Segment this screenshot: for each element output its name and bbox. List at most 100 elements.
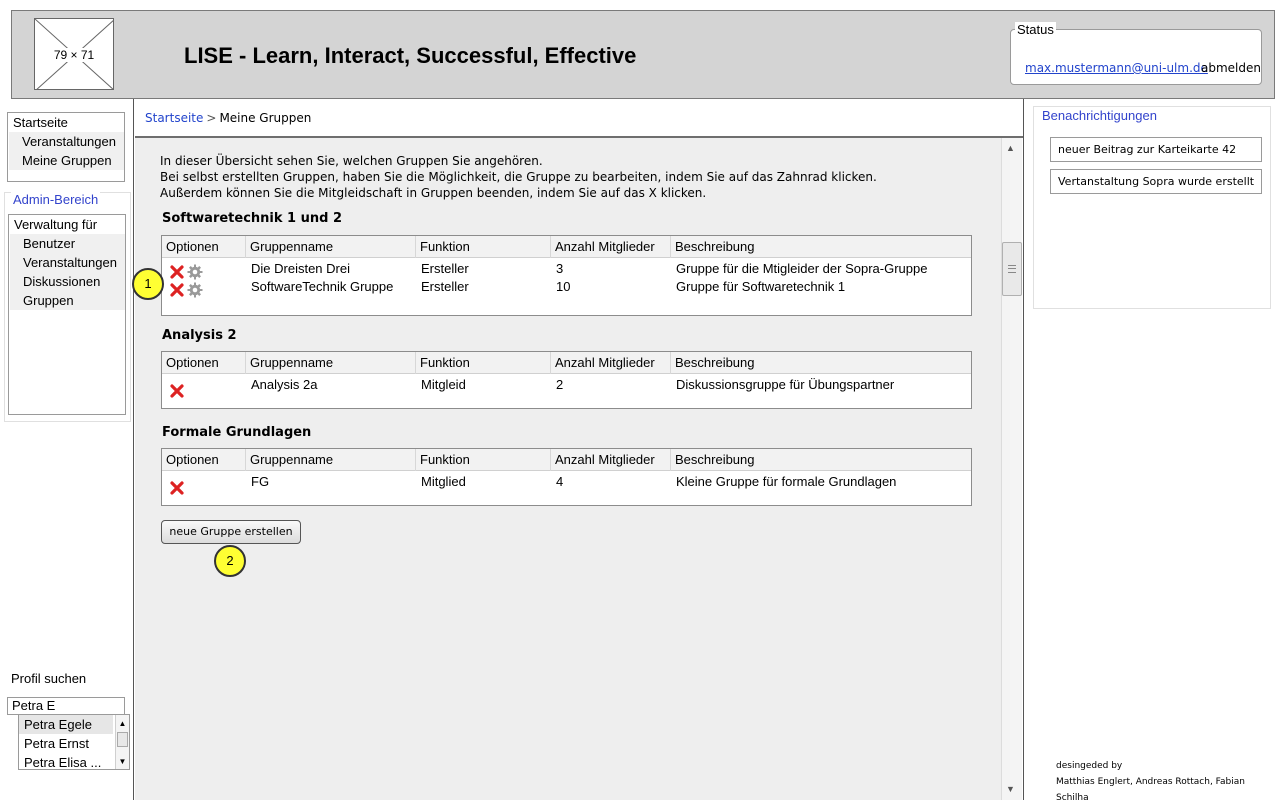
profile-suggestion[interactable]: Petra Ernst — [19, 734, 113, 753]
logo-size-label: 79 × 71 — [52, 48, 96, 62]
table-row: Die Dreisten Drei Ersteller 3 Gruppe für… — [162, 260, 971, 280]
cell-anzahl: 2 — [556, 377, 564, 392]
cell-funktion: Mitglied — [421, 474, 466, 489]
table-row: Analysis 2a Mitgleid 2 Diskussionsgruppe… — [162, 376, 971, 398]
profile-search-input[interactable]: Petra E — [7, 697, 125, 715]
annotation-marker-1: 1 — [132, 268, 164, 300]
profile-suggestion-list[interactable]: Petra Egele Petra Ernst Petra Elisa ... … — [18, 714, 130, 770]
admin-nav: Verwaltung für Benutzer Veranstaltungen … — [8, 214, 126, 415]
admin-item-benutzer[interactable]: Benutzer — [10, 234, 125, 253]
breadcrumb: Startseite > Meine Gruppen — [145, 111, 311, 125]
cell-beschreibung: Diskussionsgruppe für Übungspartner — [676, 377, 895, 392]
profile-list-scrollbar[interactable]: ▲ ▼ — [115, 715, 129, 769]
table-row: SoftwareTechnik Gruppe Ersteller 10 Grup… — [162, 278, 971, 298]
cell-funktion: Mitgleid — [421, 377, 466, 392]
admin-item-veranstaltungen[interactable]: Veranstaltungen — [10, 253, 125, 272]
table-header: Optionen Gruppenname Funktion Anzahl Mit… — [162, 449, 971, 471]
admin-item-diskussionen[interactable]: Diskussionen — [10, 272, 125, 291]
nav-item-veranstaltungen[interactable]: Veranstaltungen — [9, 132, 124, 151]
scroll-thumb[interactable] — [117, 732, 128, 747]
group-table: Optionen Gruppenname Funktion Anzahl Mit… — [161, 235, 972, 316]
intro-line: In dieser Übersicht sehen Sie, welchen G… — [160, 154, 543, 168]
table-header: Optionen Gruppenname Funktion Anzahl Mit… — [162, 236, 971, 258]
col-header-gruppenname: Gruppenname — [245, 236, 415, 258]
cell-gruppenname: Analysis 2a — [251, 377, 318, 392]
credits-line: desingeded by — [1056, 761, 1123, 771]
intro-text: In dieser Übersicht sehen Sie, welchen G… — [160, 153, 877, 201]
scroll-down-icon[interactable]: ▼ — [116, 755, 129, 768]
cell-beschreibung: Kleine Gruppe für formale Grundlagen — [676, 474, 897, 489]
grip-icon — [1008, 265, 1016, 273]
new-group-button[interactable]: neue Gruppe erstellen — [161, 520, 301, 544]
main-nav: Startseite Veranstaltungen Meine Gruppen — [7, 112, 125, 182]
main-right-divider — [1023, 99, 1024, 800]
cell-anzahl: 10 — [556, 279, 571, 294]
gear-icon[interactable] — [187, 282, 203, 298]
scroll-thumb[interactable] — [1002, 242, 1022, 296]
breadcrumb-current: Meine Gruppen — [219, 111, 312, 125]
scroll-down-icon[interactable]: ▼ — [1006, 784, 1015, 794]
col-header-funktion: Funktion — [415, 236, 550, 258]
logout-link[interactable]: abmelden — [1201, 61, 1261, 75]
admin-item-verwaltung: Verwaltung für — [14, 217, 98, 232]
delete-x-icon[interactable] — [170, 265, 184, 279]
admin-panel: Admin-Bereich Verwaltung für Benutzer Ve… — [4, 192, 131, 422]
profile-suggestion[interactable]: Petra Elisa ... — [19, 753, 113, 772]
col-header-beschreibung: Beschreibung — [670, 236, 971, 258]
delete-x-icon[interactable] — [170, 481, 184, 495]
col-header-anzahl: Anzahl Mitglieder — [550, 236, 670, 258]
cell-gruppenname: Die Dreisten Drei — [251, 261, 350, 276]
section-title: Softwaretechnik 1 und 2 — [162, 211, 343, 226]
notifications-panel: Benachrichtigungen neuer Beitrag zur Kar… — [1033, 106, 1271, 309]
breadcrumb-home-link[interactable]: Startseite — [145, 111, 203, 125]
header-bar: 79 × 71 LISE - Learn, Interact, Successf… — [11, 10, 1275, 99]
admin-item-gruppen[interactable]: Gruppen — [10, 291, 125, 310]
user-email-link[interactable]: max.mustermann@uni-ulm.de — [1025, 61, 1208, 75]
group-table: Optionen Gruppenname Funktion Anzahl Mit… — [161, 448, 972, 506]
delete-x-icon[interactable] — [170, 384, 184, 398]
grip-line — [1008, 268, 1016, 269]
col-header-gruppenname: Gruppenname — [245, 449, 415, 471]
breadcrumb-separator: > — [206, 111, 217, 125]
logo-placeholder: 79 × 71 — [34, 18, 114, 90]
status-legend: Status — [1015, 22, 1056, 37]
table-header: Optionen Gruppenname Funktion Anzahl Mit… — [162, 352, 971, 374]
app-title: LISE - Learn, Interact, Successful, Effe… — [184, 43, 637, 68]
annotation-marker-2: 2 — [214, 545, 246, 577]
cell-gruppenname: SoftwareTechnik Gruppe — [251, 279, 394, 294]
col-header-optionen: Optionen — [166, 452, 219, 467]
cell-funktion: Ersteller — [421, 261, 469, 276]
scroll-up-icon[interactable]: ▲ — [1006, 143, 1015, 153]
col-header-funktion: Funktion — [415, 449, 550, 471]
content-scrollbar[interactable]: ▲ ▼ — [1001, 138, 1022, 800]
col-header-anzahl: Anzahl Mitglieder — [550, 352, 670, 374]
cell-anzahl: 3 — [556, 261, 564, 276]
intro-line: Außerdem können Sie die Mitgleidschaft i… — [160, 186, 707, 200]
nav-item-startseite[interactable]: Startseite — [8, 113, 124, 132]
profile-search-label: Profil suchen — [11, 671, 87, 686]
credits: desingeded by Matthias Englert, Andreas … — [1056, 758, 1280, 800]
cell-beschreibung: Gruppe für Softwaretechnik 1 — [676, 279, 846, 294]
credits-authors: Matthias Englert, Andreas Rottach, Fabia… — [1056, 777, 1245, 800]
section-title: Formale Grundlagen — [162, 425, 312, 440]
col-header-optionen: Optionen — [166, 355, 219, 370]
section-title: Analysis 2 — [162, 328, 237, 343]
col-header-funktion: Funktion — [415, 352, 550, 374]
status-box: Status max.mustermann@uni-ulm.de abmelde… — [1010, 22, 1262, 85]
main-left-divider — [133, 99, 134, 800]
cell-gruppenname: FG — [251, 474, 270, 489]
scroll-up-icon[interactable]: ▲ — [116, 717, 129, 730]
group-table: Optionen Gruppenname Funktion Anzahl Mit… — [161, 351, 972, 409]
notifications-legend: Benachrichtigungen — [1040, 108, 1159, 123]
nav-item-meine-gruppen[interactable]: Meine Gruppen — [9, 151, 124, 170]
delete-x-icon[interactable] — [170, 283, 184, 297]
profile-suggestion[interactable]: Petra Egele — [19, 715, 113, 734]
notification-item[interactable]: neuer Beitrag zur Karteikarte 42 — [1050, 137, 1262, 162]
table-row: FG Mitglied 4 Kleine Gruppe für formale … — [162, 473, 971, 495]
cell-funktion: Ersteller — [421, 279, 469, 294]
intro-line: Bei selbst erstellten Gruppen, haben Sie… — [160, 170, 877, 184]
admin-legend: Admin-Bereich — [11, 192, 101, 207]
col-header-optionen: Optionen — [166, 239, 219, 254]
notification-item[interactable]: Vertanstaltung Sopra wurde erstellt — [1050, 169, 1262, 194]
col-header-beschreibung: Beschreibung — [670, 352, 971, 374]
